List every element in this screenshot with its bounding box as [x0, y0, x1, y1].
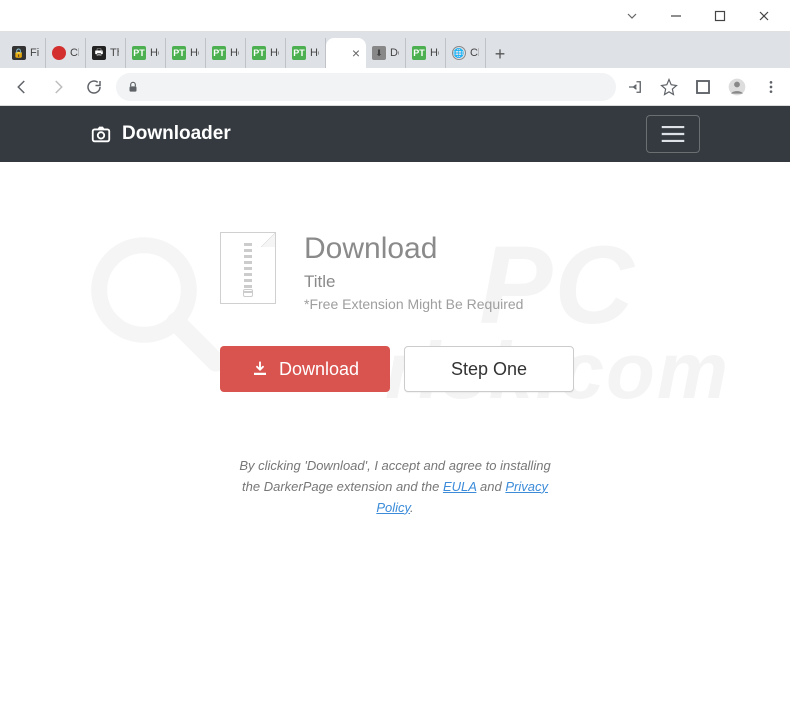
hero-meta: Download Title *Free Extension Might Be …: [304, 232, 523, 312]
camera-icon: [90, 123, 112, 145]
hero-note: *Free Extension Might Be Required: [304, 296, 523, 312]
tab-label: Fil: [30, 47, 39, 59]
tab-label: Ho: [230, 47, 239, 59]
site-navbar: Downloader: [0, 106, 790, 162]
page-content: PC risk.com Downloader Download Title *F…: [0, 106, 790, 719]
reload-button[interactable]: [80, 73, 108, 101]
download-button[interactable]: Download: [220, 346, 390, 392]
site-brand[interactable]: Downloader: [90, 123, 231, 145]
tab-favicon: PT: [412, 46, 426, 60]
browser-tab[interactable]: 🔒 Fil: [6, 38, 46, 68]
lock-icon: [126, 80, 140, 94]
browser-tab[interactable]: PT Ho: [406, 38, 446, 68]
tab-label: Ho: [190, 47, 199, 59]
browser-tab[interactable]: PT Ho: [246, 38, 286, 68]
window-titlebar: [0, 0, 790, 32]
close-icon[interactable]: ×: [352, 45, 360, 61]
download-icon: [251, 360, 269, 378]
tab-label: Ho: [150, 47, 159, 59]
hero-title: Title: [304, 272, 523, 292]
button-row: Download Step One: [220, 346, 700, 392]
profile-button[interactable]: [726, 76, 748, 98]
download-button-label: Download: [279, 359, 359, 380]
tab-favicon: PT: [212, 46, 226, 60]
legal-suffix: .: [410, 500, 414, 515]
window-close-button[interactable]: [742, 2, 786, 30]
legal-text: By clicking 'Download', I accept and agr…: [90, 456, 700, 518]
browser-tab[interactable]: ⬇ Do: [366, 38, 406, 68]
nav-toggle-button[interactable]: [646, 115, 700, 153]
tab-label: Do: [390, 47, 399, 59]
browser-tab-active[interactable]: ×: [326, 38, 366, 68]
eula-link[interactable]: EULA: [443, 479, 476, 494]
tab-label: Ho: [430, 47, 439, 59]
browser-tab[interactable]: PT Ho: [206, 38, 246, 68]
legal-and: and: [480, 479, 505, 494]
tabs-dropdown-button[interactable]: [610, 2, 654, 30]
step-one-label: Step One: [451, 359, 527, 380]
tab-favicon: PT: [292, 46, 306, 60]
browser-tabstrip: 🔒 Fil Cl 🖶 Th PT Ho PT Ho PT Ho PT Ho PT Ho × ⬇…: [0, 32, 790, 68]
tab-label: Ho: [310, 47, 319, 59]
window-maximize-button[interactable]: [698, 2, 742, 30]
tab-favicon: 🔒: [12, 46, 26, 60]
window-minimize-button[interactable]: [654, 2, 698, 30]
browser-toolbar: [0, 68, 790, 106]
extensions-button[interactable]: [692, 76, 714, 98]
tab-favicon: 🖶: [92, 46, 106, 60]
browser-tab[interactable]: 🌐 Ch: [446, 38, 486, 68]
tab-favicon: PT: [132, 46, 146, 60]
tab-favicon: PT: [172, 46, 186, 60]
hero-heading: Download: [304, 232, 523, 266]
hero: Download Title *Free Extension Might Be …: [220, 232, 700, 312]
step-one-button[interactable]: Step One: [404, 346, 574, 392]
browser-tab[interactable]: PT Ho: [286, 38, 326, 68]
address-bar[interactable]: [116, 73, 616, 101]
new-tab-button[interactable]: +: [486, 40, 514, 68]
tab-label: Ho: [270, 47, 279, 59]
zip-file-icon: [220, 232, 276, 304]
bookmark-button[interactable]: [658, 76, 680, 98]
share-button[interactable]: [624, 76, 646, 98]
tab-label: Ch: [470, 47, 479, 59]
tab-favicon: PT: [252, 46, 266, 60]
tab-label: Th: [110, 47, 119, 59]
back-button[interactable]: [8, 73, 36, 101]
menu-button[interactable]: [760, 76, 782, 98]
brand-label: Downloader: [122, 123, 231, 145]
tab-favicon: ⬇: [372, 46, 386, 60]
tab-label: Cl: [70, 47, 79, 59]
browser-tab[interactable]: Cl: [46, 38, 86, 68]
tab-favicon: [52, 46, 66, 60]
globe-icon: 🌐: [452, 46, 466, 60]
forward-button[interactable]: [44, 73, 72, 101]
browser-tab[interactable]: PT Ho: [166, 38, 206, 68]
main-area: Download Title *Free Extension Might Be …: [0, 162, 790, 518]
browser-tab[interactable]: PT Ho: [126, 38, 166, 68]
browser-tab[interactable]: 🖶 Th: [86, 38, 126, 68]
